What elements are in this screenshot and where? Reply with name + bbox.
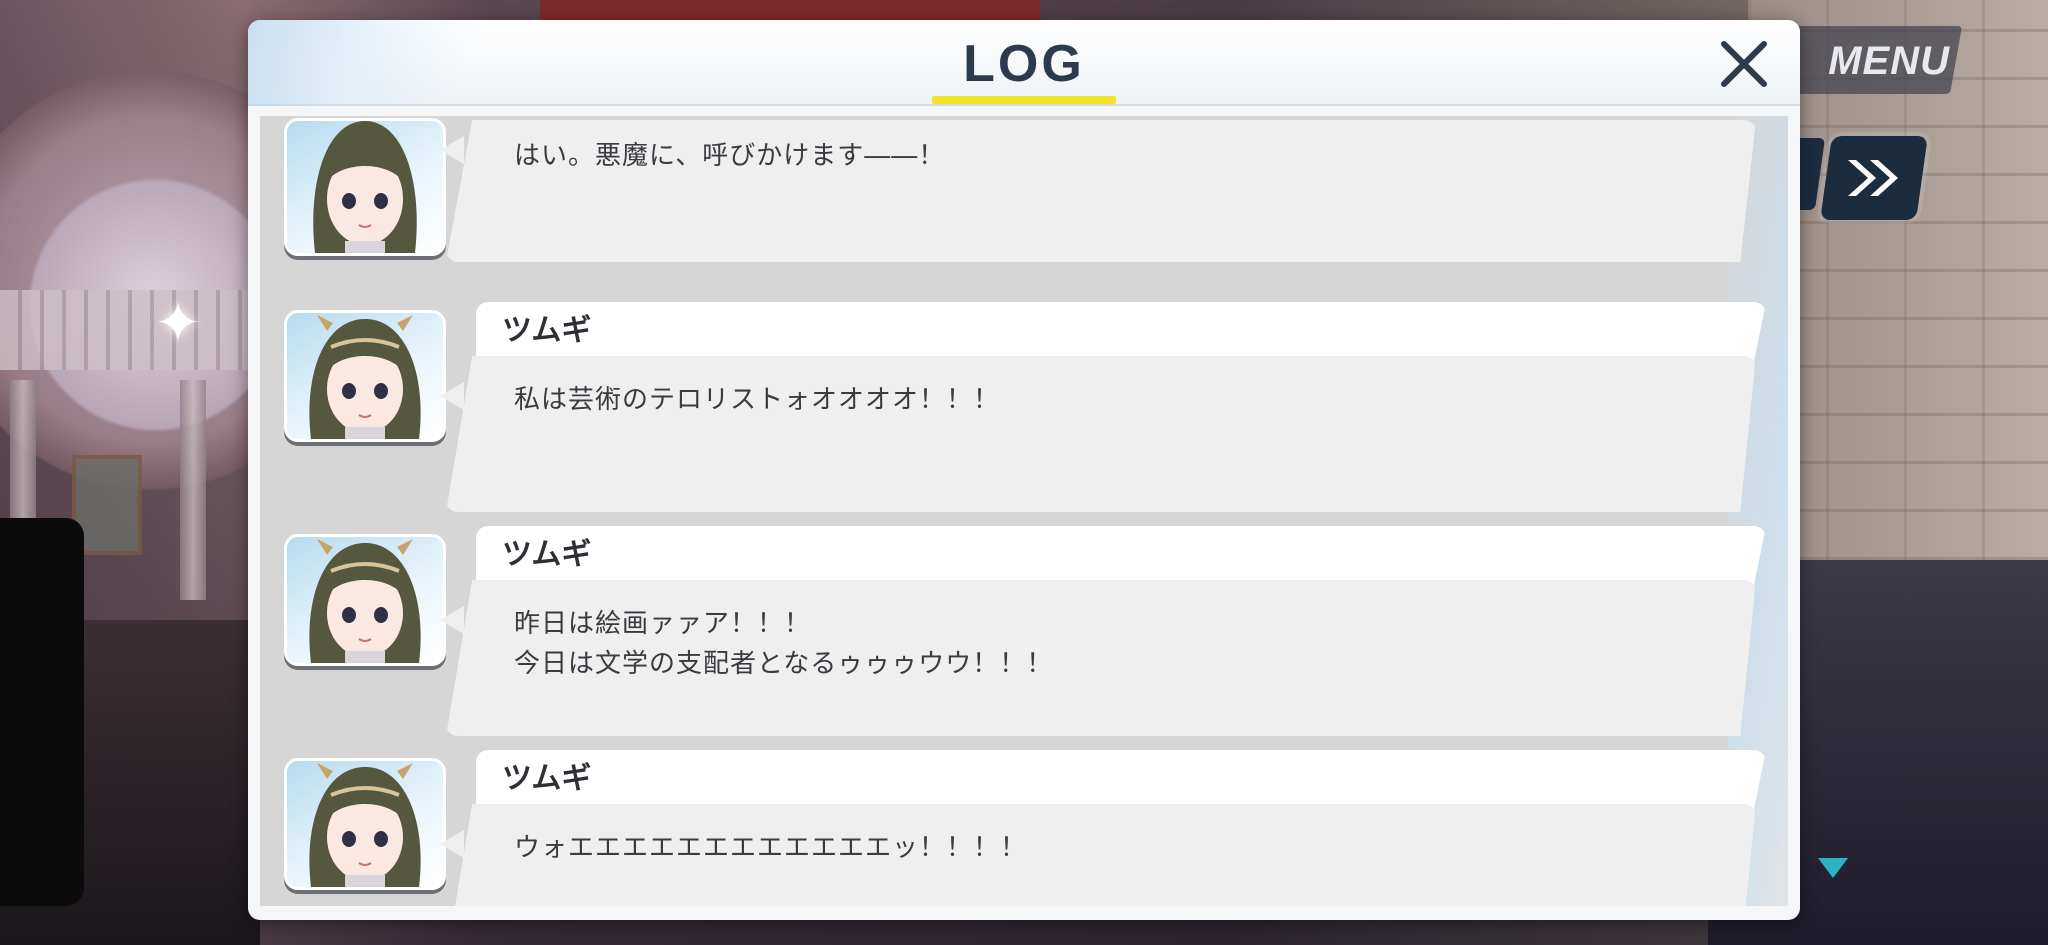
- message-line: 今日は文学の支配者となるゥゥゥウウ！！！: [514, 649, 1054, 679]
- fast-forward-icon: [1848, 160, 1898, 196]
- message-line: 私は芸術のテロリストォオオオオ！！！: [514, 385, 1001, 415]
- message-text: 私は芸術のテロリストォオオオオ！！！: [514, 380, 1000, 420]
- character-portrait: [309, 315, 421, 439]
- message-line: 昨日は絵画ァァア！！！: [514, 609, 812, 639]
- scene-balcony: [0, 290, 260, 370]
- log-header: LOG: [248, 20, 1800, 106]
- avatar: [284, 534, 446, 666]
- log-entry: ツムギ 昨日は絵画ァァア！！！ 今日は文学の支配者となるゥゥゥウウ！！！: [260, 526, 1788, 750]
- menu-label: MENU: [1828, 39, 1950, 83]
- log-entry: はい。悪魔に、呼びかけます――！: [260, 116, 1788, 276]
- close-button[interactable]: [1712, 32, 1776, 96]
- character-portrait: [309, 539, 421, 663]
- scene-pillar: [180, 380, 206, 600]
- message-text: はい。悪魔に、呼びかけます――！: [514, 136, 945, 176]
- log-title: LOG: [963, 35, 1085, 93]
- character-portrait: [313, 121, 417, 253]
- log-list[interactable]: はい。悪魔に、呼びかけます――！ ツムギ 私は芸術のテロリストォオオオオ！！！ …: [260, 116, 1788, 906]
- log-entry: ツムギ 私は芸術のテロリストォオオオオ！！！: [260, 302, 1788, 526]
- speaker-name: ツムギ: [502, 537, 592, 572]
- speaker-name: ツムギ: [502, 761, 592, 796]
- message-text: 昨日は絵画ァァア！！！ 今日は文学の支配者となるゥゥゥウウ！！！: [514, 604, 1053, 684]
- character-portrait: [309, 763, 421, 887]
- sparkle-icon: ✦: [154, 291, 202, 356]
- log-dialog: LOG はい。悪魔に、呼びかけます――！ ツムギ 私は芸術のテロリストォオオオオ…: [248, 20, 1800, 920]
- message-text: ウォエエエエエエエエエエエエッ！！！！: [514, 828, 1027, 868]
- side-panel: [0, 518, 84, 906]
- close-icon: [1721, 41, 1767, 87]
- avatar: [284, 118, 446, 256]
- avatar: [284, 758, 446, 890]
- message-line: ウォエエエエエエエエエエエエッ！！！！: [514, 833, 1028, 863]
- log-entry: ツムギ ウォエエエエエエエエエエエエッ！！！！: [260, 750, 1788, 906]
- speaker-name: ツムギ: [502, 313, 592, 348]
- title-underline: [932, 96, 1116, 104]
- fast-forward-button[interactable]: [1820, 136, 1928, 220]
- message-line: はい。悪魔に、呼びかけます――！: [514, 141, 946, 171]
- avatar: [284, 310, 446, 442]
